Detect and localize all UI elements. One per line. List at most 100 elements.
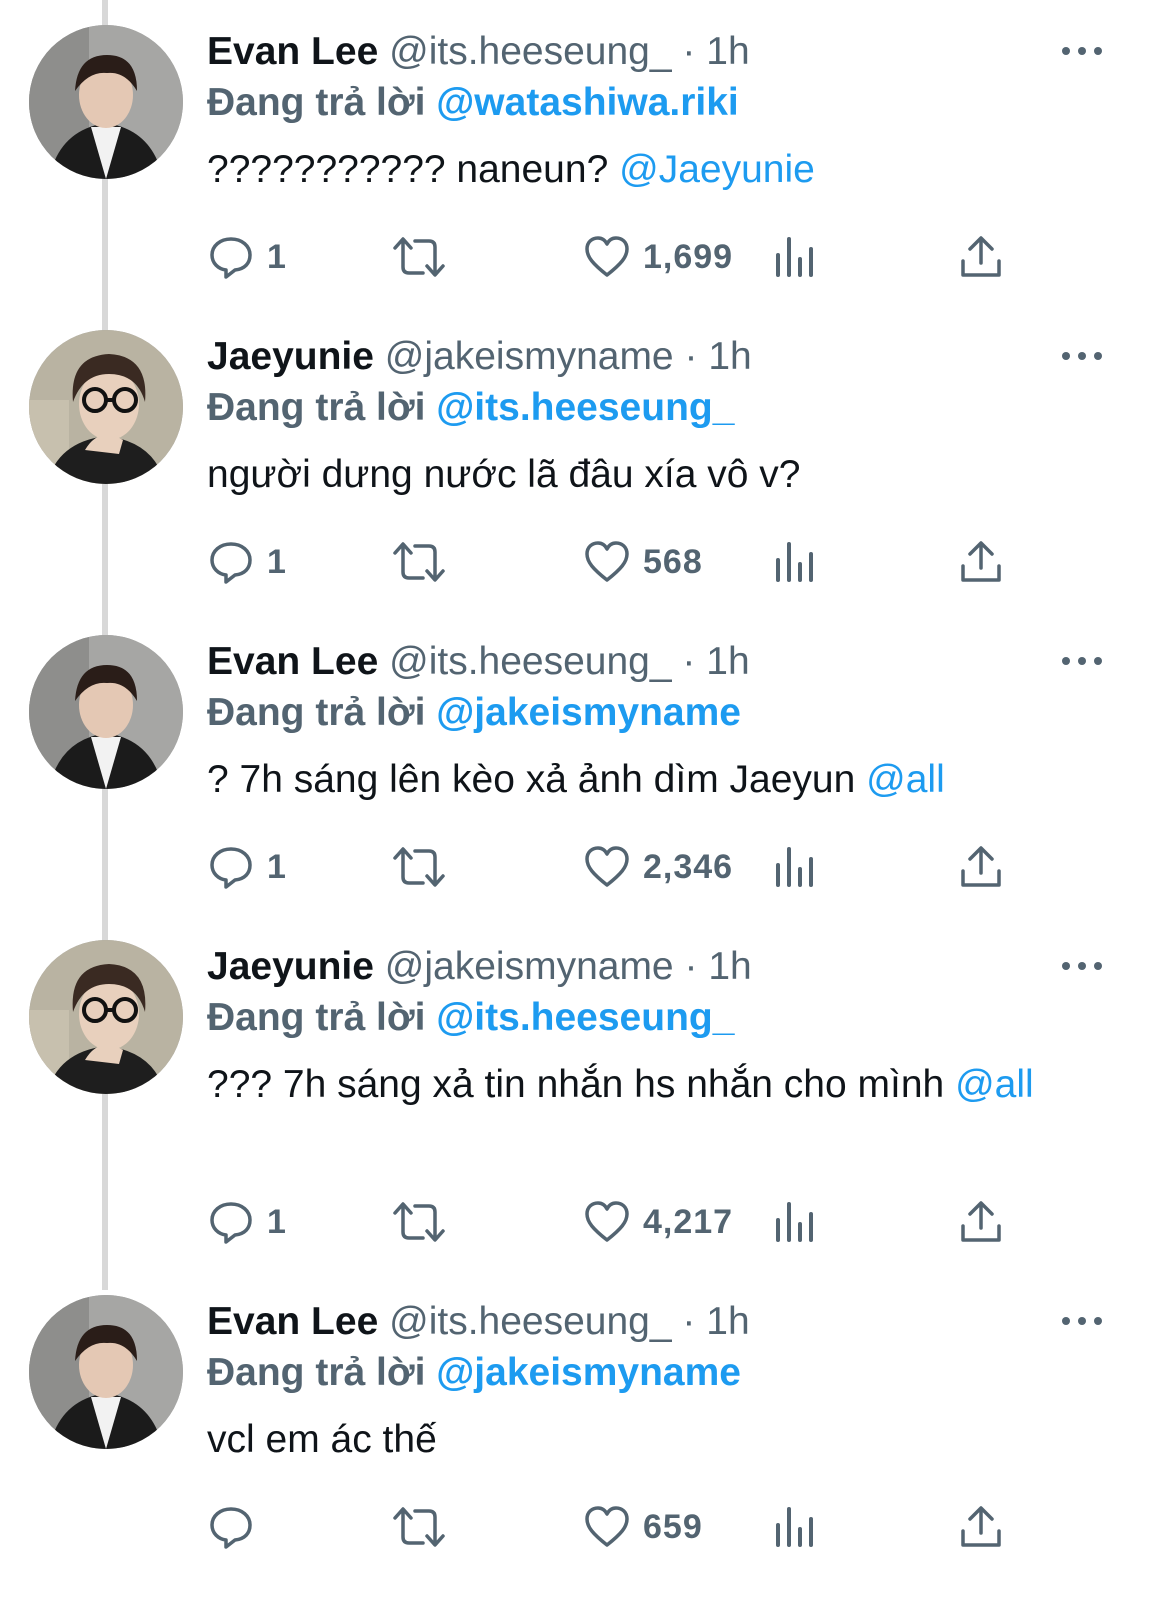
handle[interactable]: @its.heeseung_ [389,640,671,683]
tweet[interactable]: Evan Lee @its.heeseung_ · 1h Đang trả lờ… [0,1270,1170,1604]
display-name[interactable]: Evan Lee [207,1300,378,1343]
replying-to-mention[interactable]: @jakeismyname [436,1351,741,1394]
more-icon[interactable] [1060,343,1104,369]
share-button[interactable] [958,837,1004,897]
views-button[interactable] [773,227,817,287]
share-icon [961,541,1001,582]
heart-icon [585,846,629,887]
more-icon[interactable] [1060,1308,1104,1334]
reply-count: 1 [267,542,287,581]
handle[interactable]: @jakeismyname [385,335,674,378]
replying-to-mention[interactable]: @its.heeseung_ [436,996,734,1039]
replying-to-mention[interactable]: @jakeismyname [436,691,741,734]
replying-to: Đang trả lời @watashiwa.riki [207,79,739,127]
reply-icon [210,847,252,889]
like-button[interactable]: 1,699 [583,227,733,287]
avatar[interactable] [29,1295,183,1449]
tweet[interactable]: Evan Lee @its.heeseung_ · 1h Đang trả lờ… [0,0,1170,305]
share-icon [961,1506,1001,1547]
replying-to-label: Đang trả lời [207,386,426,429]
retweet-button[interactable] [391,1192,447,1252]
avatar[interactable] [29,25,183,179]
share-button[interactable] [958,532,1004,592]
avatar[interactable] [29,940,183,1094]
tweet-mention[interactable]: @all [955,1063,1034,1106]
reply-button[interactable] [207,1497,267,1557]
tweet-header: Jaeyunie @jakeismyname · 1h [207,943,752,991]
tweet-mention[interactable]: @all [866,758,945,801]
tweet-text: vcl em ác thế [207,1414,1107,1465]
tweet-text-content: ? 7h sáng lên kèo xả ảnh dìm Jaeyun [207,758,856,801]
tweet[interactable]: Jaeyunie @jakeismyname · 1h Đang trả lời… [0,915,1170,1270]
reply-button[interactable]: 1 [207,837,287,897]
handle[interactable]: @jakeismyname [385,945,674,988]
like-button[interactable]: 659 [583,1497,703,1557]
replying-to-label: Đang trả lời [207,996,426,1039]
tweet[interactable]: Jaeyunie @jakeismyname · 1h Đang trả lời… [0,305,1170,610]
replying-to-label: Đang trả lời [207,1351,426,1394]
like-button[interactable]: 2,346 [583,837,733,897]
tweet[interactable]: Evan Lee @its.heeseung_ · 1h Đang trả lờ… [0,610,1170,915]
handle[interactable]: @its.heeseung_ [389,1300,671,1343]
like-button[interactable]: 4,217 [583,1192,733,1252]
like-count: 659 [643,1507,703,1546]
reply-button[interactable]: 1 [207,227,287,287]
views-icon [776,237,813,277]
display-name[interactable]: Evan Lee [207,640,378,683]
views-button[interactable] [773,1497,817,1557]
share-button[interactable] [958,1192,1004,1252]
meta-separator: · [682,1300,696,1343]
replying-to-mention[interactable]: @watashiwa.riki [436,81,738,124]
meta-separator: · [682,640,696,683]
reply-count: 1 [267,237,287,276]
display-name[interactable]: Jaeyunie [207,335,374,378]
tweet-header: Jaeyunie @jakeismyname · 1h [207,333,752,381]
share-button[interactable] [958,227,1004,287]
like-count: 568 [643,542,703,581]
meta-separator: · [682,30,696,73]
heart-icon [585,236,629,277]
reply-icon [210,1507,252,1549]
timestamp[interactable]: 1h [706,30,749,73]
avatar[interactable] [29,635,183,789]
views-button[interactable] [773,837,817,897]
handle[interactable]: @its.heeseung_ [389,30,671,73]
retweet-icon [393,1202,445,1242]
tweet-text-content: vcl em ác thế [207,1418,437,1461]
timestamp[interactable]: 1h [706,640,749,683]
retweet-button[interactable] [391,227,447,287]
reply-icon [210,542,252,584]
display-name[interactable]: Evan Lee [207,30,378,73]
display-name[interactable]: Jaeyunie [207,945,374,988]
retweet-button[interactable] [391,837,447,897]
timestamp[interactable]: 1h [706,1300,749,1343]
retweet-icon [393,542,445,582]
views-icon [776,542,813,582]
tweet-header: Evan Lee @its.heeseung_ · 1h [207,1298,750,1346]
retweet-button[interactable] [391,532,447,592]
replying-to-mention[interactable]: @its.heeseung_ [436,386,734,429]
tweet-header: Evan Lee @its.heeseung_ · 1h [207,638,750,686]
share-button[interactable] [958,1497,1004,1557]
more-icon[interactable] [1060,648,1104,674]
views-button[interactable] [773,532,817,592]
action-bar: 659 [0,1497,1170,1557]
like-button[interactable]: 568 [583,532,703,592]
more-icon[interactable] [1060,953,1104,979]
tweet-header: Evan Lee @its.heeseung_ · 1h [207,28,750,76]
avatar[interactable] [29,330,183,484]
reply-button[interactable]: 1 [207,532,287,592]
replying-to: Đang trả lời @jakeismyname [207,1349,741,1397]
replying-to: Đang trả lời @jakeismyname [207,689,741,737]
timestamp[interactable]: 1h [708,945,751,988]
replying-to: Đang trả lời @its.heeseung_ [207,994,734,1042]
views-button[interactable] [773,1192,817,1252]
tweet-text: người dưng nước lã đâu xía vô v? [207,449,1107,500]
retweet-button[interactable] [391,1497,447,1557]
reply-button[interactable]: 1 [207,1192,287,1252]
more-icon[interactable] [1060,38,1104,64]
timestamp[interactable]: 1h [708,335,751,378]
tweet-text-content: người dưng nước lã đâu xía vô v? [207,453,801,496]
tweet-mention[interactable]: @Jaeyunie [619,148,815,191]
views-icon [776,1507,813,1547]
